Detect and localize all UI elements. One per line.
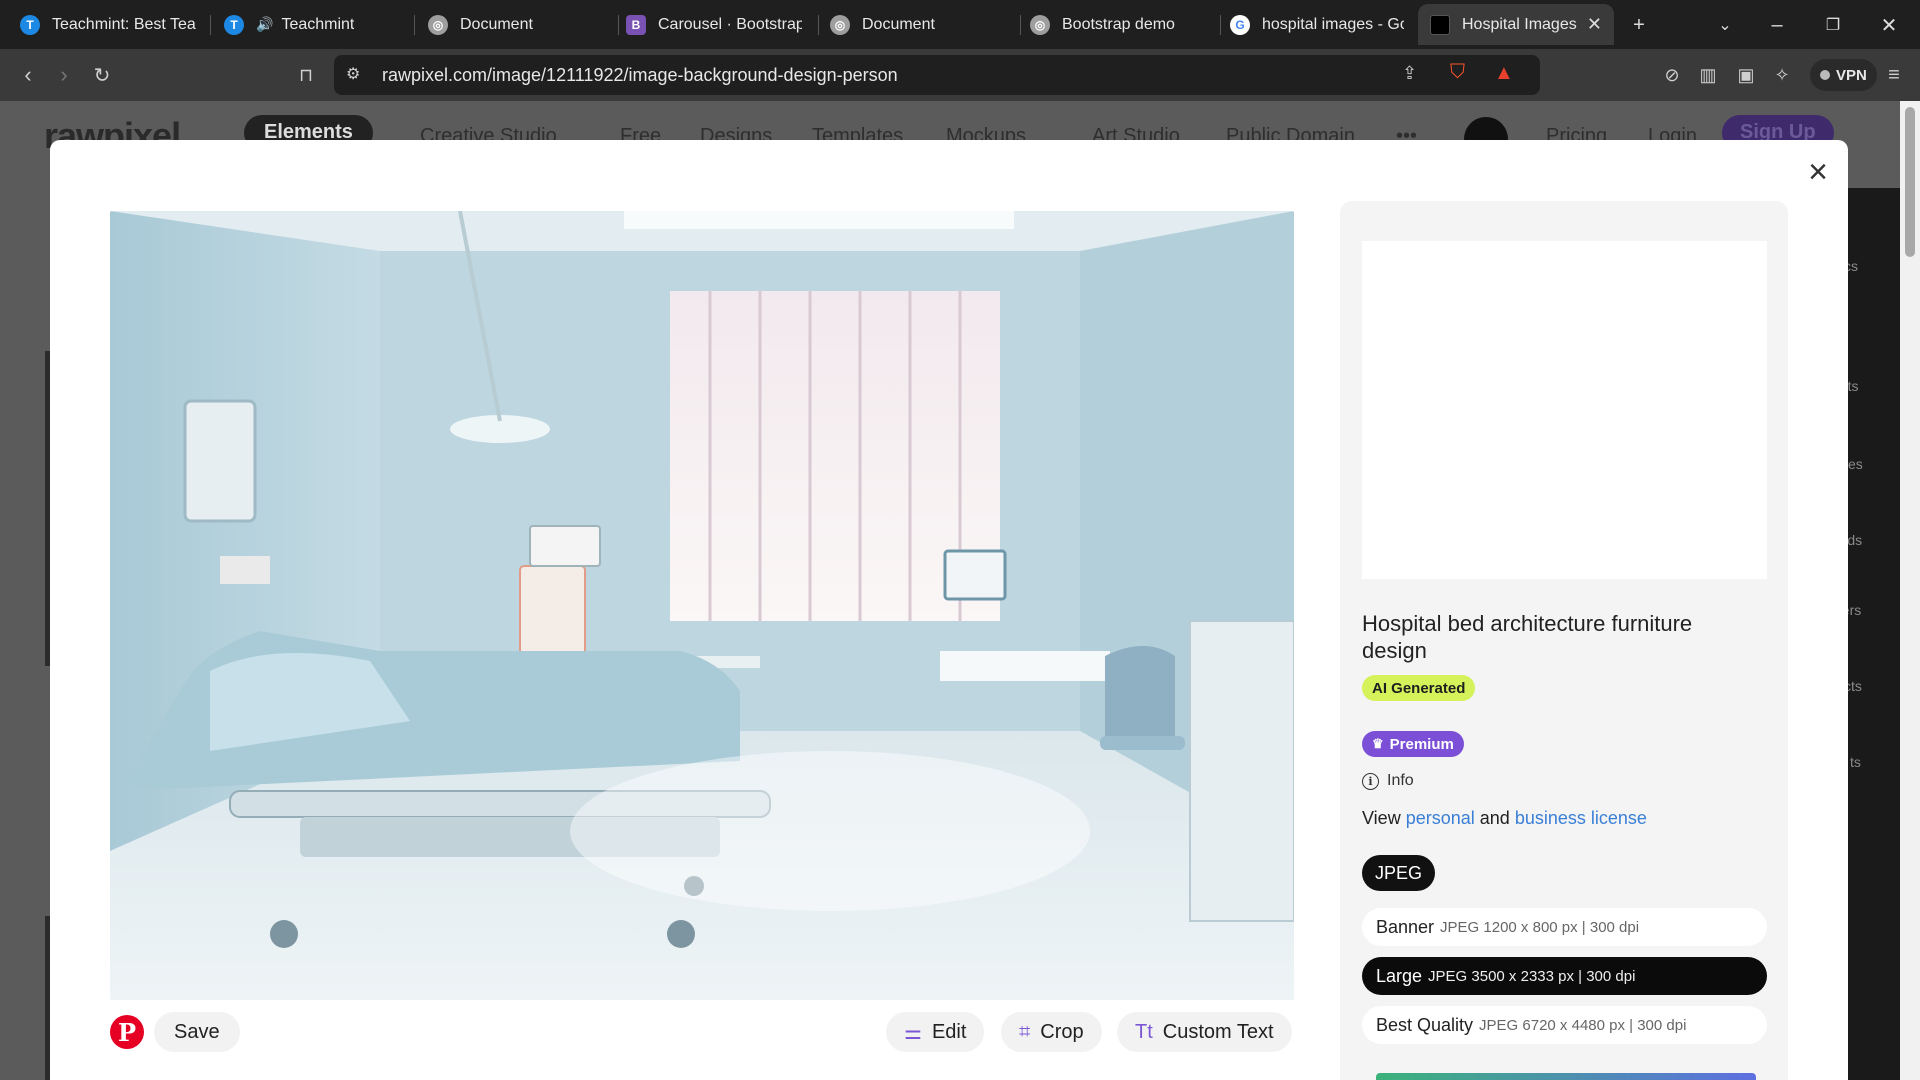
- tab-label: Hospital Images: [1462, 15, 1577, 33]
- crop-icon: ⌗: [1019, 1020, 1031, 1043]
- custom-text-button[interactable]: Tt Custom Text: [1117, 1012, 1292, 1052]
- tab-carousel-bootstrap[interactable]: B Carousel · Bootstrap v: [614, 4, 814, 45]
- background-site-header: rawpixel Elements Creative Studio Free D…: [0, 101, 1900, 161]
- forward-button[interactable]: ›: [48, 59, 80, 91]
- tab-google-hospital[interactable]: G hospital images - Goo: [1218, 4, 1416, 45]
- size-option-banner[interactable]: Banner JPEG 1200 x 800 px | 300 dpi: [1362, 908, 1767, 946]
- tab-bootstrap-demo[interactable]: ◎ Bootstrap demo: [1018, 4, 1218, 45]
- size-name: Best Quality: [1376, 1014, 1474, 1035]
- size-name: Banner: [1376, 916, 1435, 937]
- pinterest-icon[interactable]: P: [110, 1015, 144, 1049]
- teachmint-icon: T: [224, 14, 244, 35]
- url-text: rawpixel.com/image/12111922/image-backgr…: [382, 65, 898, 85]
- modal-close-button[interactable]: ×: [1802, 155, 1834, 189]
- ai-generated-badge: AI Generated: [1362, 675, 1476, 701]
- globe-icon: ◎: [1030, 14, 1050, 35]
- bookmark-icon[interactable]: ⊓: [290, 59, 322, 91]
- license-prefix: View: [1362, 808, 1401, 828]
- tab-label: Bootstrap demo: [1062, 15, 1175, 33]
- sidebar-item: es: [1848, 456, 1863, 472]
- tab-teachmint-best[interactable]: T Teachmint: Best Teach: [8, 4, 208, 45]
- size-option-best-quality[interactable]: Best Quality JPEG 6720 x 4480 px | 300 d…: [1362, 1006, 1767, 1044]
- text-icon: Tt: [1135, 1020, 1153, 1043]
- sidebar-item: ts: [1850, 754, 1861, 770]
- info-label: Info: [1387, 772, 1414, 789]
- crown-icon: ♛: [1372, 736, 1384, 751]
- bootstrap-icon: B: [626, 14, 646, 35]
- tab-list-chevron-icon[interactable]: ⌄: [1710, 10, 1740, 40]
- license-text: View personal and business license: [1362, 808, 1647, 829]
- tab-label: Teachmint: Best Teach: [52, 15, 196, 33]
- license-and: and: [1479, 808, 1510, 828]
- tab-label: Carousel · Bootstrap v: [658, 15, 802, 33]
- new-tab-button[interactable]: +: [1624, 10, 1654, 40]
- restore-button[interactable]: ❐: [1818, 10, 1848, 40]
- crop-button[interactable]: ⌗ Crop: [1001, 1012, 1102, 1052]
- globe-icon: ◎: [428, 14, 448, 35]
- tab-document-2[interactable]: ◎ Document: [818, 4, 1018, 45]
- business-license-link[interactable]: business license: [1515, 808, 1647, 828]
- back-button[interactable]: ‹: [12, 59, 44, 91]
- format-jpeg-button[interactable]: JPEG: [1362, 855, 1436, 891]
- tab-hospital-images[interactable]: Hospital Images ✕: [1418, 4, 1614, 45]
- reload-button[interactable]: ↻: [86, 59, 118, 91]
- vpn-button[interactable]: VPN: [1810, 59, 1877, 91]
- tab-close-icon[interactable]: ✕: [1579, 14, 1602, 35]
- tab-label: Document: [862, 15, 935, 33]
- size-name: Large: [1376, 965, 1423, 986]
- speaker-icon: 🔊: [256, 16, 274, 32]
- brave-shields-icon[interactable]: ⛉: [1450, 61, 1465, 84]
- scroll-thumb[interactable]: [1905, 107, 1915, 257]
- hospital-room-image: [110, 211, 1294, 1000]
- info-link[interactable]: i Info: [1362, 772, 1414, 790]
- minimize-button[interactable]: –: [1762, 10, 1792, 40]
- premium-label: Premium: [1389, 735, 1454, 753]
- tab-label: hospital images - Goo: [1262, 15, 1404, 33]
- site-settings-icon[interactable]: ⚙: [346, 64, 368, 86]
- teachmint-icon: T: [20, 14, 40, 35]
- size-option-large[interactable]: Large JPEG 3500 x 2333 px | 300 dpi: [1362, 957, 1767, 995]
- hospital-room-illustration: [110, 211, 1294, 1000]
- address-bar[interactable]: ⚙ rawpixel.com/image/12111922/image-back…: [334, 55, 1540, 95]
- tab-teachmint[interactable]: T 🔊 Teachmint: [212, 4, 412, 45]
- sidebar-icon[interactable]: ▥: [1692, 59, 1724, 91]
- wallet-icon[interactable]: ▣: [1730, 59, 1762, 91]
- tab-label: Teachmint: [281, 15, 355, 33]
- download-button[interactable]: [1376, 1073, 1756, 1080]
- vpn-label: VPN: [1836, 66, 1867, 84]
- premium-badge: ♛ Premium: [1362, 731, 1464, 757]
- globe-icon: ◎: [830, 14, 850, 35]
- window-close-button[interactable]: ✕: [1874, 10, 1904, 40]
- vpn-status-icon: [1820, 70, 1830, 80]
- brave-rewards-icon[interactable]: ▲: [1494, 62, 1514, 85]
- edit-label: Edit: [931, 1020, 967, 1043]
- tab-document[interactable]: ◎ Document: [416, 4, 616, 45]
- browser-toolbar: ‹ › ↻ ⊓ ⚙ rawpixel.com/image/12111922/im…: [0, 49, 1920, 101]
- size-detail: JPEG 1200 x 800 px | 300 dpi: [1440, 918, 1640, 936]
- leo-icon[interactable]: ⊘: [1656, 59, 1688, 91]
- ai-sparkle-icon[interactable]: ✧: [1766, 59, 1798, 91]
- size-detail: JPEG 3500 x 2333 px | 300 dpi: [1428, 967, 1636, 985]
- save-button[interactable]: Save: [154, 1012, 240, 1052]
- browser-tab-bar: T Teachmint: Best Teach T 🔊 Teachmint ◎ …: [0, 0, 1920, 49]
- menu-icon[interactable]: ≡: [1878, 59, 1910, 91]
- personal-license-link[interactable]: personal: [1406, 808, 1475, 828]
- page-scrollbar[interactable]: ▲: [1900, 101, 1920, 1080]
- custom-text-label: Custom Text: [1162, 1020, 1274, 1043]
- info-icon: i: [1362, 772, 1379, 790]
- rawpixel-icon: [1430, 14, 1450, 35]
- sliders-icon: ⚌: [904, 1021, 922, 1044]
- image-title: Hospital bed architecture furniture desi…: [1362, 611, 1693, 663]
- share-icon[interactable]: ⇪: [1402, 63, 1417, 84]
- edit-button[interactable]: ⚌ Edit: [886, 1012, 985, 1052]
- google-icon: G: [1230, 14, 1250, 35]
- preview-placeholder: [1362, 241, 1767, 579]
- tab-label: Document: [460, 15, 533, 33]
- size-detail: JPEG 6720 x 4480 px | 300 dpi: [1479, 1016, 1687, 1034]
- crop-label: Crop: [1040, 1020, 1084, 1043]
